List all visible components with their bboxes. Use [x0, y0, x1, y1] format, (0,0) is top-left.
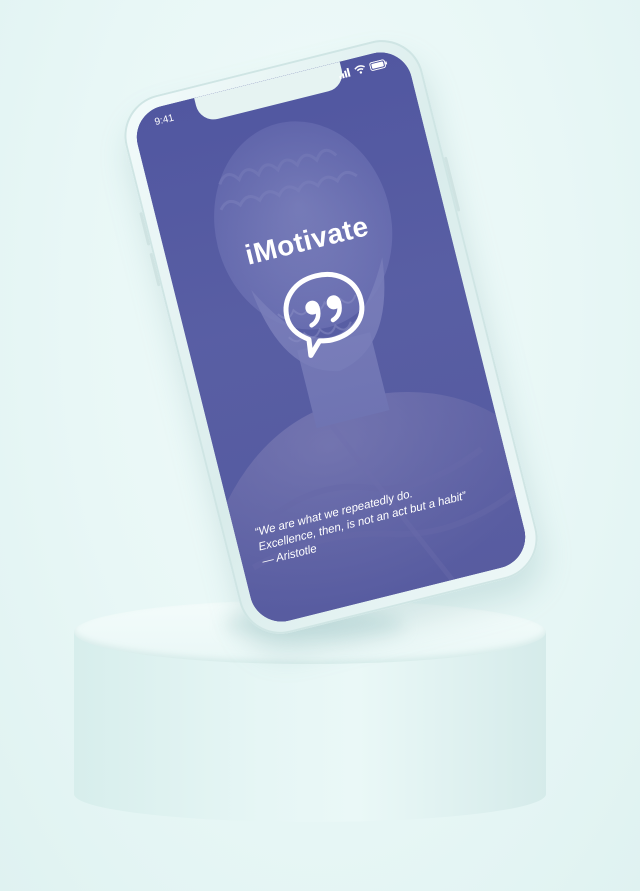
app-screen[interactable]: 9:41 iMotivate “We are what we repeatedl…: [130, 45, 532, 629]
pedestal: [74, 600, 546, 850]
phone-mockup: 9:41 iMotivate “We are what we repeatedl…: [115, 31, 547, 643]
